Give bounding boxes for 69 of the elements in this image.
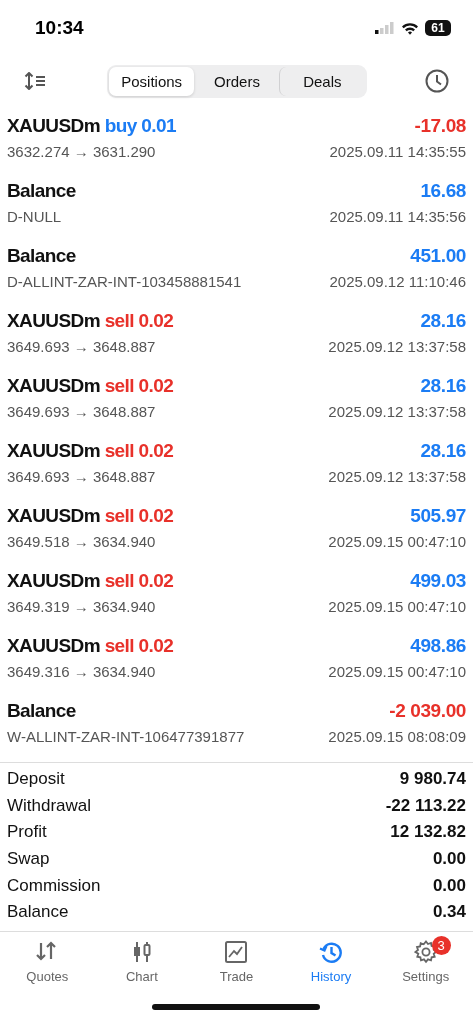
deal-detail: 3632.274 → 3631.290 [7,142,157,160]
deal-title: XAUUSDm sell 0.02 [7,634,175,657]
deal-detail: 3649.693 → 3648.887 [7,467,157,485]
deal-profit: 505.97 [409,504,466,527]
summary-value: 0.00 [432,849,466,870]
deal-time: 2025.09.12 13:37:58 [328,337,466,355]
deal-profit: 499.03 [409,569,466,592]
deal-detail: 3649.693 → 3648.887 [7,337,157,355]
deal-time: 2025.09.15 00:47:10 [328,662,466,680]
notification-badge: 3 [431,935,451,955]
deal-title: XAUUSDm buy 0.01 [7,114,177,137]
deal-title: XAUUSDm sell 0.02 [7,374,175,397]
deal-profit: 28.16 [419,374,466,397]
deal-time: 2025.09.15 08:08:09 [328,727,466,745]
wifi-icon [401,21,419,35]
deal-title: Balance [7,244,77,267]
deal-title: XAUUSDm sell 0.02 [7,504,175,527]
battery-level: 61 [425,20,451,36]
summary-label: Commission [7,875,101,896]
deal-time: 2025.09.15 00:47:10 [328,532,466,550]
summary-label: Profit [7,822,47,843]
deal-detail: D-ALLINT-ZAR-INT-103458881541 [7,272,243,290]
deal-profit: 16.68 [419,179,466,202]
deal-profit: 498.86 [409,634,466,657]
deal-time: 2025.09.12 13:37:58 [328,467,466,485]
settings-icon [413,939,438,964]
deal-profit: 451.00 [409,244,466,267]
sort-icon[interactable] [24,72,48,90]
segment-tab[interactable]: Deals [279,66,365,96]
summary-value: -22 113.22 [385,795,466,816]
deal-detail: 3649.518 → 3634.940 [7,532,157,550]
summary-value: 12 132.82 [390,822,466,843]
deal-detail: 3649.319 → 3634.940 [7,597,157,615]
deal-time: 2025.09.15 00:47:10 [328,597,466,615]
summary-value: 0.34 [432,902,466,923]
deal-title: XAUUSDm sell 0.02 [7,569,175,592]
summary-value: 0.00 [432,875,466,896]
segment-tab[interactable]: Orders [193,66,280,96]
tab-button[interactable]: Trade [189,939,284,984]
deal-detail: 3649.693 → 3648.887 [7,402,157,420]
summary-label: Balance [7,902,69,923]
summary-label: Withdrawal [7,795,92,816]
signal-icon [375,22,395,34]
summary-value: 9 980.74 [399,769,466,790]
tab-button[interactable]: History [283,939,379,984]
deal-title: XAUUSDm sell 0.02 [7,309,175,332]
deal-title: XAUUSDm sell 0.02 [7,439,175,462]
deal-time: 2025.09.11 14:35:55 [329,142,466,160]
deal-profit: 28.16 [419,309,466,332]
deal-detail: 3649.316 → 3634.940 [7,662,157,680]
clock-time: 10:34 [35,17,84,39]
segment-tab[interactable]: Positions [108,66,194,96]
deal-profit: -2 039.00 [388,699,466,722]
deal-title: Balance [7,699,77,722]
summary-label: Deposit [7,769,65,790]
summary-label: Swap [7,849,50,870]
deal-time: 2025.09.11 14:35:56 [329,207,466,225]
tab-button[interactable]: Quotes [0,939,95,984]
line-chart-icon [224,939,249,964]
deal-detail: D-NULL [7,207,63,225]
deal-title: Balance [7,179,77,202]
clock-icon[interactable] [425,69,449,93]
deal-time: 2025.09.12 11:10:46 [329,272,466,290]
tab-button[interactable]: Chart [94,939,190,984]
deal-profit: 28.16 [419,439,466,462]
deal-profit: -17.08 [413,114,466,137]
deal-time: 2025.09.12 13:37:58 [328,402,466,420]
history-icon [319,939,344,964]
deal-detail: W-ALLINT-ZAR-INT-106477391877 [7,727,246,745]
